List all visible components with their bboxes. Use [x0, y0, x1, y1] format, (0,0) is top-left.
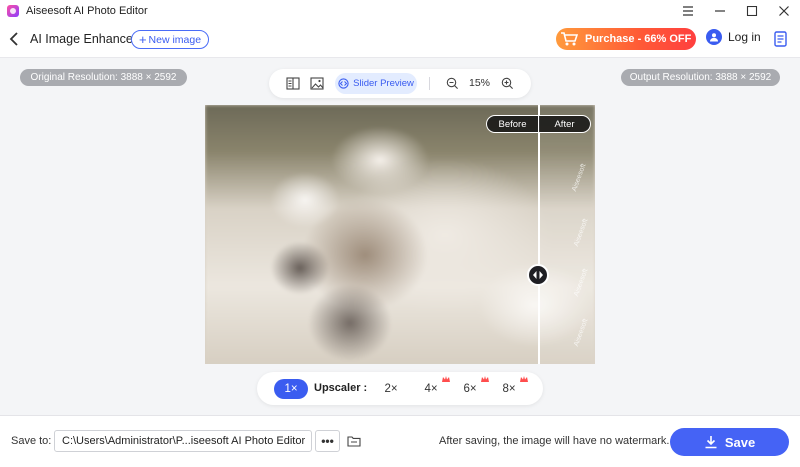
- bottom-bar: Save to: C:\Users\Administrator\P...isee…: [0, 415, 800, 467]
- drag-arrows-icon: [533, 271, 543, 279]
- slider-preview-icon: [338, 78, 349, 89]
- browse-path-button[interactable]: •••: [315, 430, 340, 452]
- upscale-2x-option[interactable]: 2×: [379, 379, 403, 399]
- top-toolbar: AI Image Enhancer + New image Purchase -…: [0, 22, 800, 58]
- purchase-label: Purchase - 66% OFF: [585, 33, 692, 45]
- save-label: Save: [724, 434, 756, 450]
- minimize-icon[interactable]: [704, 0, 736, 22]
- upscale-1x-label: 1×: [284, 383, 298, 395]
- split-slider-handle[interactable]: [527, 264, 549, 286]
- user-icon: [706, 29, 722, 45]
- upscale-8x-label: 8×: [502, 383, 516, 395]
- login-button[interactable]: Log in: [706, 29, 761, 45]
- before-after-toggle[interactable]: Before After: [486, 115, 591, 133]
- back-button[interactable]: [8, 31, 24, 47]
- original-resolution-badge: Original Resolution: 3888 × 2592: [20, 69, 187, 86]
- premium-crown-icon: [520, 376, 528, 382]
- zoom-out-icon[interactable]: [446, 77, 459, 90]
- open-folder-button[interactable]: [344, 430, 364, 452]
- side-by-side-view-icon[interactable]: [286, 77, 300, 90]
- cart-icon: [559, 29, 579, 49]
- upscale-4x-label: 4×: [424, 383, 438, 395]
- login-label: Log in: [728, 30, 761, 44]
- folder-icon: [347, 436, 361, 447]
- save-button[interactable]: Save: [670, 428, 789, 456]
- plus-icon: +: [138, 31, 147, 47]
- purchase-button[interactable]: Purchase - 66% OFF: [556, 28, 696, 50]
- menu-icon[interactable]: [672, 0, 704, 22]
- close-icon[interactable]: [768, 0, 800, 22]
- download-icon: [705, 436, 717, 449]
- save-to-label: Save to:: [11, 435, 52, 447]
- page-title: AI Image Enhancer: [30, 32, 138, 46]
- title-bar: Aiseesoft AI Photo Editor: [0, 0, 800, 22]
- slider-preview-button[interactable]: Slider Preview: [335, 73, 417, 94]
- premium-crown-icon: [442, 376, 450, 382]
- app-logo-icon: [7, 5, 19, 17]
- upscale-8x-option[interactable]: 8×: [497, 376, 528, 399]
- view-toolbar: Slider Preview 15%: [269, 69, 531, 98]
- upscaler-label: Upscaler :: [314, 382, 368, 394]
- new-image-label: New image: [148, 33, 202, 46]
- task-list-icon[interactable]: [774, 31, 788, 47]
- before-label[interactable]: Before: [487, 119, 538, 130]
- zoom-in-icon[interactable]: [501, 77, 514, 90]
- app-title: Aiseesoft AI Photo Editor: [26, 5, 148, 17]
- slider-preview-label: Slider Preview: [353, 78, 414, 89]
- save-path-field[interactable]: C:\Users\Administrator\P...iseesoft AI P…: [54, 430, 312, 452]
- window-controls: [672, 0, 800, 22]
- upscale-1x-option[interactable]: 1×: [274, 379, 308, 399]
- premium-crown-icon: [481, 376, 489, 382]
- kitten-photo: [205, 105, 595, 364]
- chevron-left-icon: [9, 32, 18, 46]
- upscaler-bar: 1× Upscaler : 2× 4× 6× 8×: [257, 372, 543, 405]
- image-view-icon[interactable]: [310, 77, 324, 90]
- split-line: [538, 105, 540, 364]
- toolbar-divider: [429, 77, 430, 90]
- upscale-6x-option[interactable]: 6×: [458, 376, 489, 399]
- new-image-button[interactable]: + New image: [131, 30, 209, 49]
- upscale-4x-option[interactable]: 4×: [419, 376, 450, 399]
- maximize-icon[interactable]: [736, 0, 768, 22]
- after-label[interactable]: After: [539, 119, 590, 130]
- image-preview[interactable]: Aiseesoft Aiseesoft Aiseesoft Aiseesoft …: [205, 105, 595, 364]
- zoom-level: 15%: [469, 77, 491, 89]
- output-resolution-badge: Output Resolution: 3888 × 2592: [621, 69, 780, 86]
- upscale-6x-label: 6×: [463, 383, 477, 395]
- watermark-note: After saving, the image will have no wat…: [439, 435, 670, 447]
- upscale-2x-label: 2×: [384, 383, 398, 395]
